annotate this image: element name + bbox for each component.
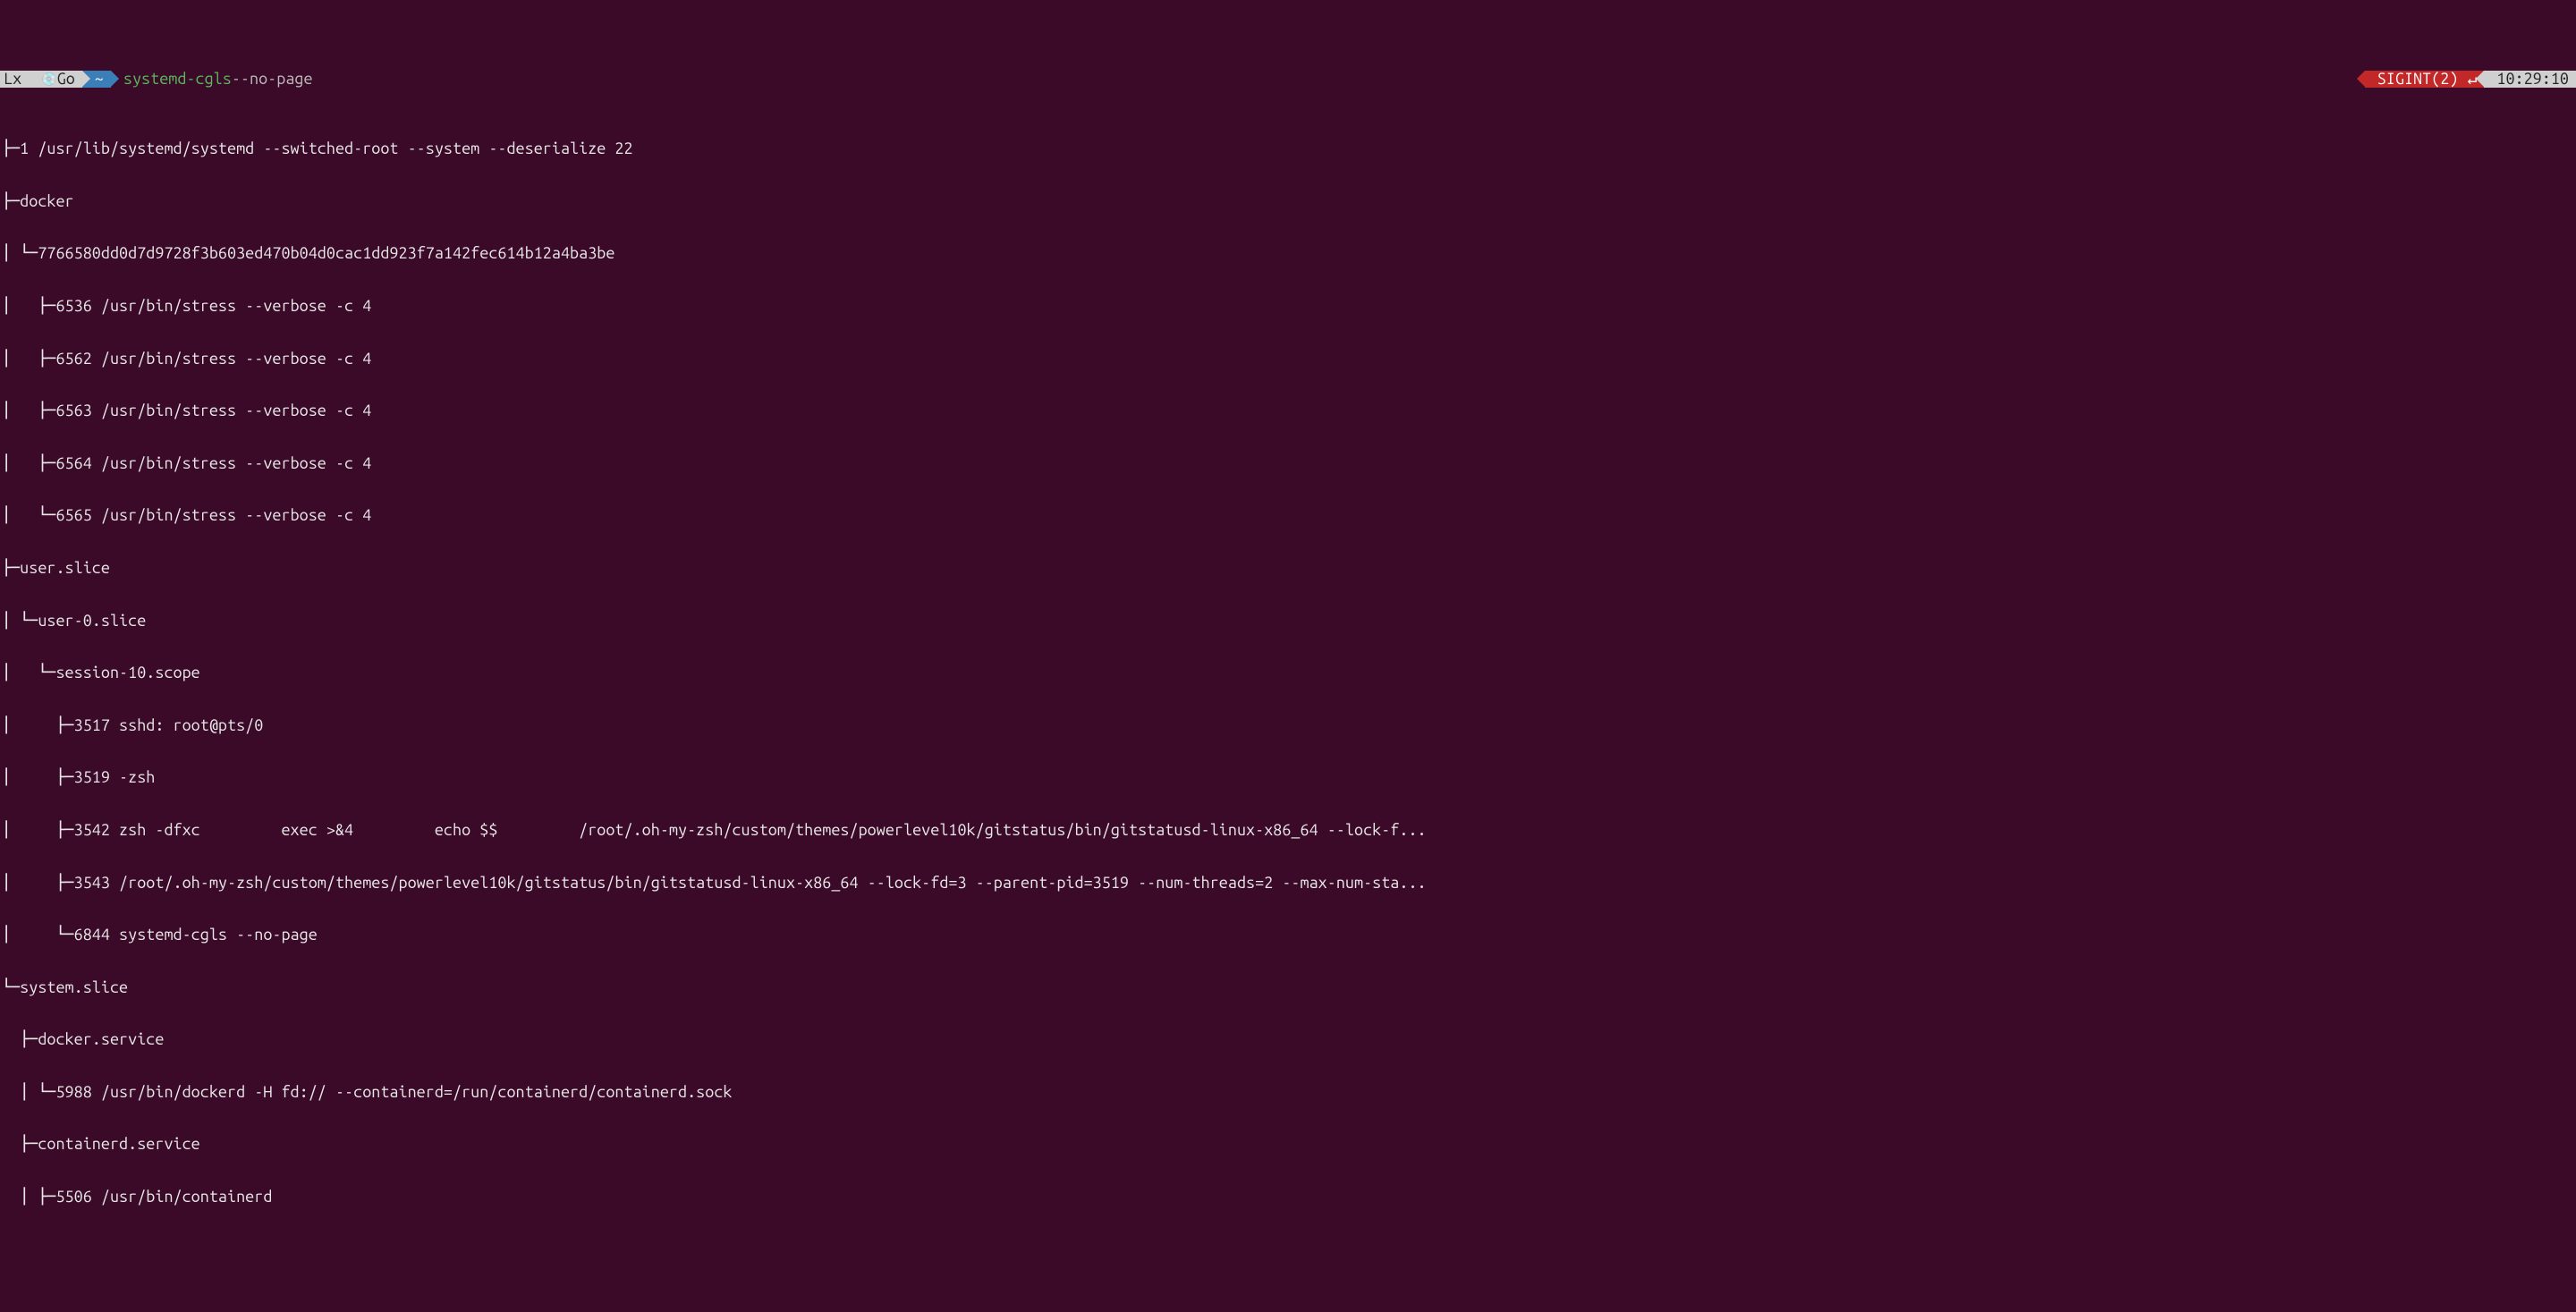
command-area[interactable]: systemd-cgls --no-page xyxy=(111,71,313,88)
command-arg: --no-page xyxy=(232,71,313,89)
output-line: │ └─7766580dd0d7d9728f3b603ed470b04d0cac… xyxy=(2,246,2576,263)
output-line: │ ├─6562 /usr/bin/stress --verbose -c 4 xyxy=(2,351,2576,368)
command-name: systemd-cgls xyxy=(123,71,232,89)
output-line: │ ├─6563 /usr/bin/stress --verbose -c 4 xyxy=(2,403,2576,420)
output-line: │ ├─3543 /root/.oh-my-zsh/custom/themes/… xyxy=(2,875,2576,892)
output-line: ├─containerd.service xyxy=(2,1137,2576,1154)
output-line: ├─docker xyxy=(2,193,2576,210)
output-line: │ └─6565 /usr/bin/stress --verbose -c 4 xyxy=(2,508,2576,525)
output-line: │ ├─6536 /usr/bin/stress --verbose -c 4 xyxy=(2,298,2576,315)
output-line: │ └─5988 /usr/bin/dockerd -H fd:// --con… xyxy=(2,1084,2576,1101)
status-time: 10:29:10 xyxy=(2484,71,2576,88)
output-line: │ ├─3517 sshd: root@pts/0 xyxy=(2,717,2576,734)
prompt-segment-lx: Lx xyxy=(0,71,29,88)
prompt-go-text: Go xyxy=(57,71,75,89)
output-line: ├─docker.service xyxy=(2,1032,2576,1049)
hdd-icon: 💿 xyxy=(41,72,56,86)
output-line: │ ├─3519 -zsh xyxy=(2,770,2576,787)
output-line: ├─user.slice xyxy=(2,560,2576,577)
output-line: │ ├─5506 /usr/bin/containerd xyxy=(2,1189,2576,1206)
output-line: │ ├─3542 zsh -dfxc exec >&4 echo $$ /roo… xyxy=(2,822,2576,839)
output-line: └─system.slice xyxy=(2,979,2576,996)
status-sigint: SIGINT(2) ↵ xyxy=(2365,71,2485,88)
terminal-output[interactable]: ├─1 /usr/lib/systemd/systemd --switched-… xyxy=(0,106,2576,1223)
output-line: │ └─6844 systemd-cgls --no-page xyxy=(2,927,2576,944)
output-line: │ └─user-0.slice xyxy=(2,613,2576,630)
output-line: ├─1 /usr/lib/systemd/systemd --switched-… xyxy=(2,141,2576,158)
prompt-line[interactable]: Lx 💿 Go ~ systemd-cgls --no-page SIGINT(… xyxy=(0,71,2576,88)
output-line: │ └─session-10.scope xyxy=(2,665,2576,682)
output-line: │ ├─6564 /usr/bin/stress --verbose -c 4 xyxy=(2,455,2576,472)
